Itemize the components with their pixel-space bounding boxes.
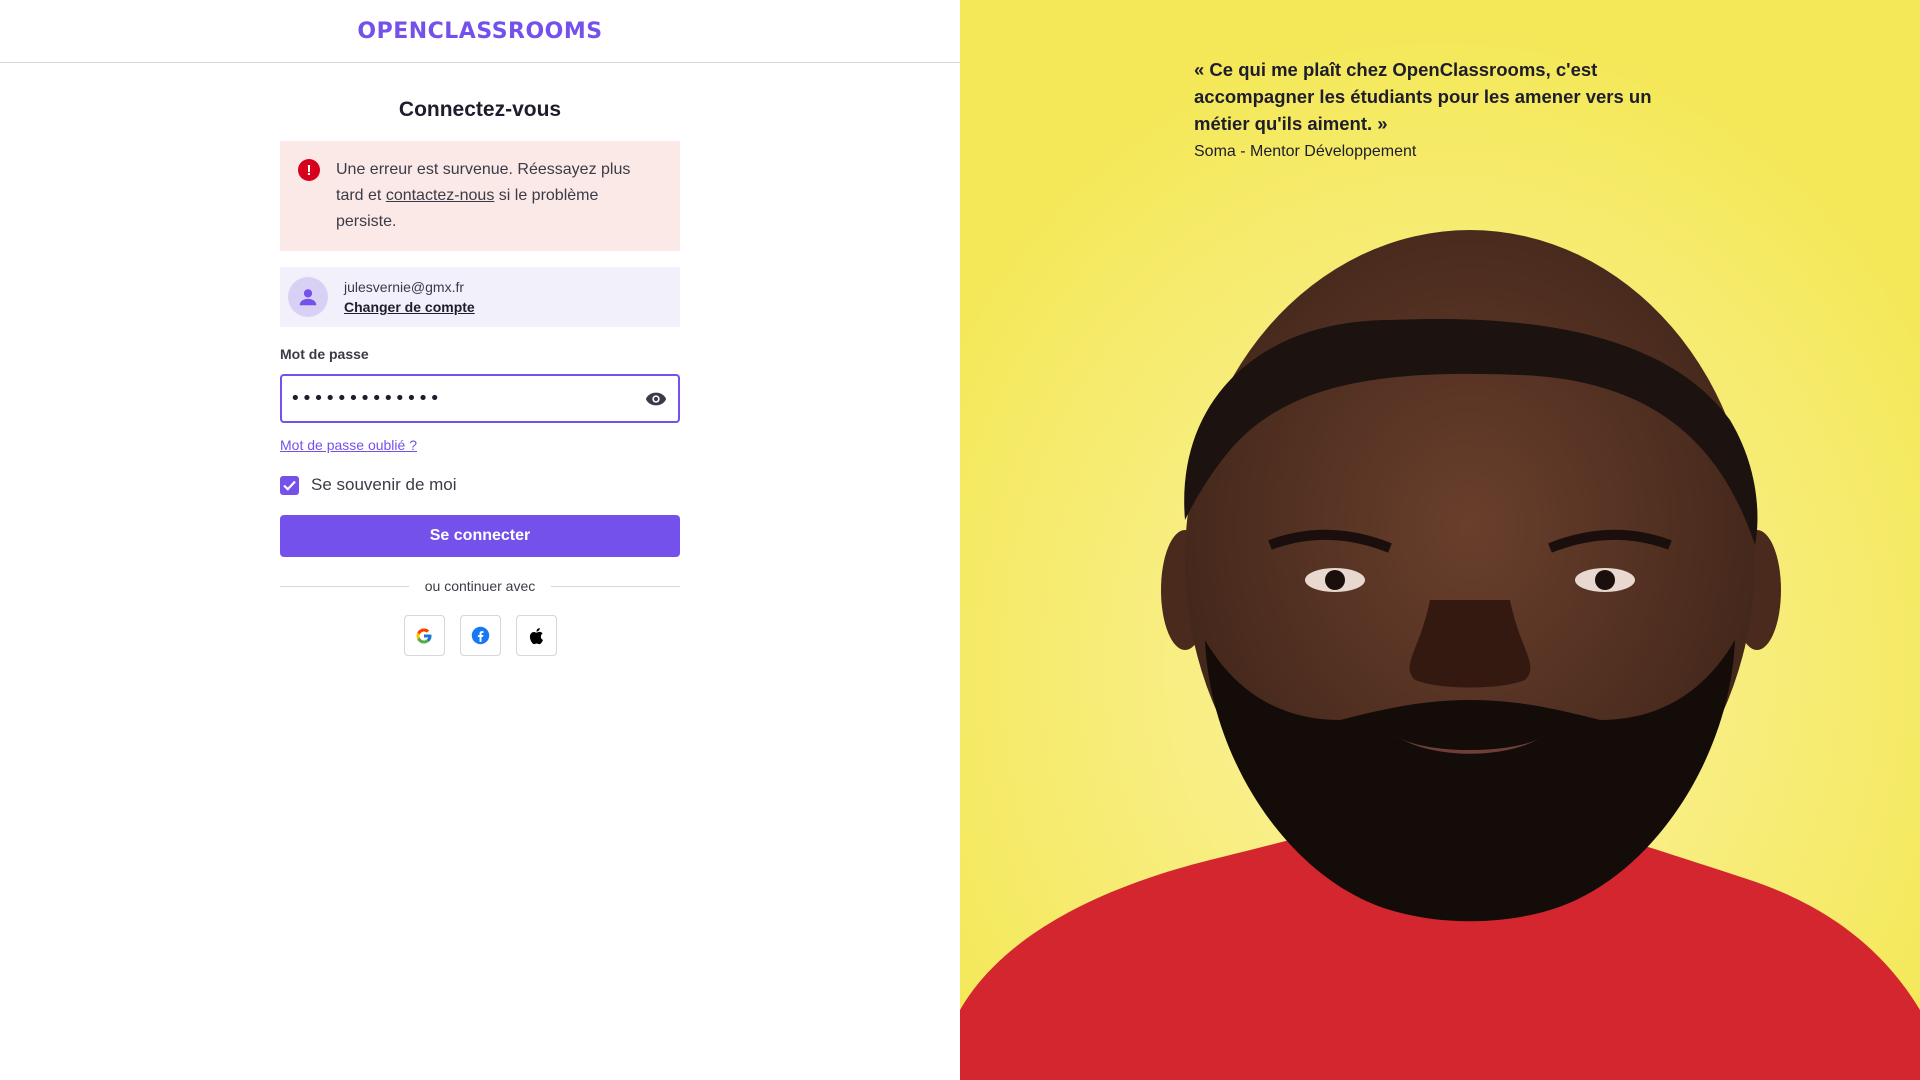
testimonial-author: Soma - Mentor Développement: [1194, 143, 1417, 160]
page-title: Connectez-vous: [398, 98, 562, 121]
error-alert: ! Une erreur est survenue. Réessayez plu…: [280, 141, 680, 251]
remember-me-checkbox[interactable]: [280, 475, 299, 495]
divider-line: [280, 585, 409, 587]
facebook-icon: [471, 626, 489, 645]
show-password-eye-icon[interactable]: [644, 388, 668, 410]
login-button[interactable]: Se connecter: [280, 515, 680, 557]
remember-me: Se souvenir de moi: [280, 475, 680, 495]
google-login-button[interactable]: [403, 615, 445, 656]
social-login-buttons: [280, 615, 680, 656]
mentor-photo: [960, 0, 1920, 1080]
account-email: julesvernie@gmx.fr: [344, 279, 465, 295]
password-input[interactable]: [282, 376, 678, 421]
login-form: Connectez-vous ! Une erreur est survenue…: [280, 63, 680, 656]
password-label: Mot de passe: [280, 346, 369, 362]
remember-me-label: Se souvenir de moi: [311, 475, 457, 494]
testimonial-quote: « Ce qui me plaît chez OpenClassrooms, c…: [1194, 59, 1652, 134]
error-icon: !: [298, 159, 320, 181]
account-card: julesvernie@gmx.fr Changer de compte: [280, 267, 680, 327]
forgot-password-link[interactable]: Mot de passe oublié ?: [280, 437, 417, 455]
google-icon: [416, 628, 432, 643]
facebook-login-button[interactable]: [459, 615, 501, 656]
password-field-wrapper: [280, 374, 680, 423]
openclassrooms-logo[interactable]: OPENCLASSROOMS: [357, 19, 602, 44]
divider-label: ou continuer avec: [424, 578, 536, 594]
error-message: Une erreur est survenue. Réessayez plus …: [336, 157, 662, 235]
contact-link[interactable]: contactez-nous: [386, 187, 495, 204]
change-account-link[interactable]: Changer de compte: [344, 297, 475, 317]
divider-line: [551, 585, 680, 587]
login-panel: OPENCLASSROOMS Connectez-vous ! Une erre…: [0, 0, 960, 1080]
user-avatar-icon: [288, 277, 328, 317]
apple-login-button[interactable]: [515, 615, 557, 656]
social-divider: ou continuer avec: [280, 577, 680, 595]
header: OPENCLASSROOMS: [0, 0, 960, 63]
testimonial-panel: « Ce qui me plaît chez OpenClassrooms, c…: [960, 0, 1920, 1080]
apple-icon: [529, 627, 543, 644]
